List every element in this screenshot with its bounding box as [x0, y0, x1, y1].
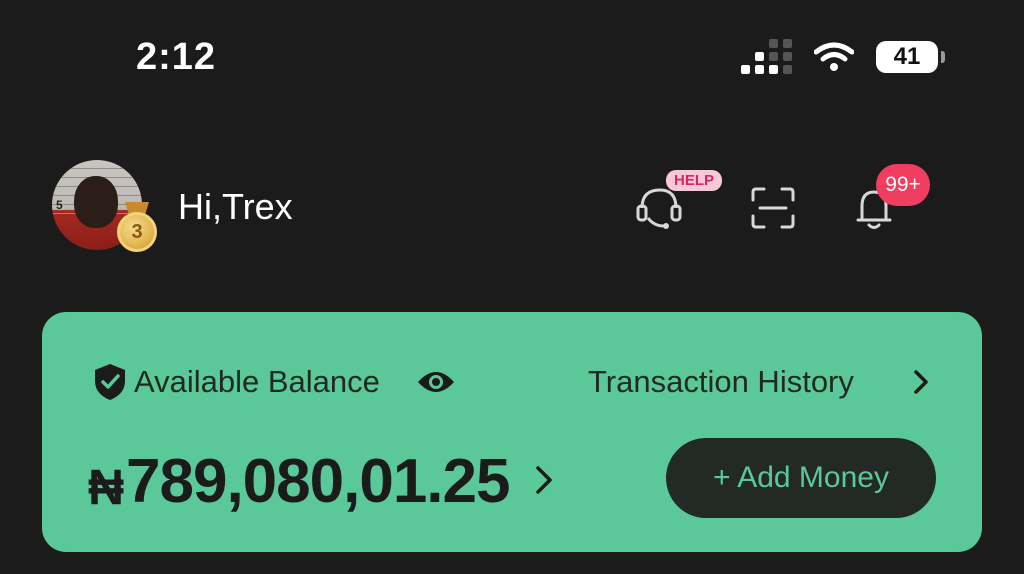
level-medal-icon: 3 — [114, 202, 160, 252]
transaction-history-link[interactable]: Transaction History — [588, 364, 854, 400]
profile-avatar[interactable]: 5 3 — [52, 160, 157, 256]
status-bar-indicators: 41 — [741, 39, 945, 74]
battery-level: 41 — [893, 43, 921, 70]
status-time: 2:12 — [136, 36, 217, 78]
chevron-right-icon[interactable] — [912, 368, 930, 396]
scan-icon[interactable] — [750, 186, 796, 230]
chevron-right-icon[interactable] — [534, 464, 554, 496]
balance-amount: 789,080,01.25 — [126, 447, 510, 516]
battery-icon: 41 — [876, 41, 945, 73]
greeting-text: Hi,Trex — [178, 186, 293, 227]
balance-card: Available Balance Transaction History ₦ … — [42, 312, 982, 552]
wifi-icon — [814, 42, 854, 71]
available-balance-label: Available Balance — [134, 364, 380, 399]
cellular-signal-icon — [741, 39, 792, 74]
shield-check-icon — [95, 364, 125, 400]
level-number: 3 — [117, 212, 157, 252]
add-money-button[interactable]: + Add Money — [666, 438, 936, 518]
help-badge[interactable]: HELP — [666, 170, 723, 191]
currency-symbol: ₦ — [88, 459, 125, 515]
eye-icon[interactable] — [416, 368, 456, 396]
notification-count-badge[interactable]: 99+ — [876, 164, 930, 206]
